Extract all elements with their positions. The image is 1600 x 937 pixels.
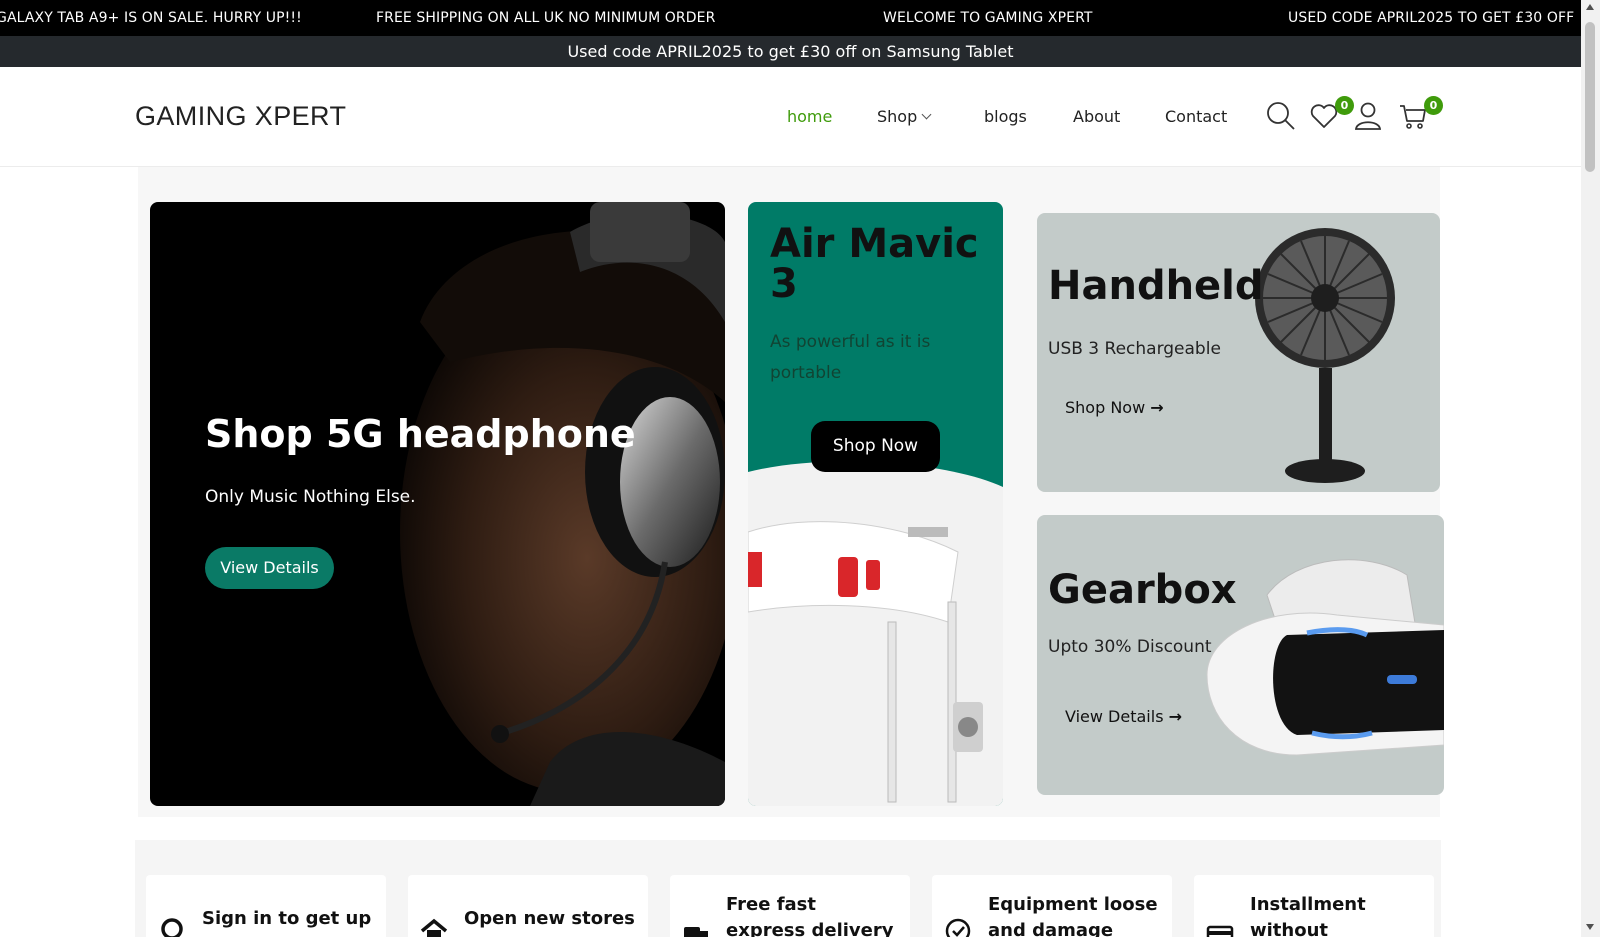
arrow-right-icon: → [1168,707,1183,726]
ticker-item: FREE SHIPPING ON ALL UK NO MINIMUM ORDER [376,10,716,26]
drone-shop-now-button[interactable]: Shop Now [811,421,940,472]
feature-text: Open new stores [464,908,635,929]
scrollbar-thumb[interactable] [1585,22,1595,172]
wishlist-count-badge: 0 [1335,96,1354,115]
nav-blogs[interactable]: blogs [984,107,1027,126]
truck-icon [682,915,710,937]
announcement-ticker: GALAXY TAB A9+ IS ON SALE. HURRY UP!!! F… [0,0,1581,36]
feature-text: Sign in to get up to [202,908,372,937]
promo-card-drone: Air Mavic 3 As powerful as it is portabl… [748,202,1003,806]
vr-view-details-label: View Details [1065,707,1164,726]
promo-bar: Used code APRIL2025 to get £30 off on Sa… [0,36,1581,67]
credit-card-icon [1206,915,1234,937]
nav-about[interactable]: About [1073,107,1120,126]
feature-card: Free fast express delivery with [670,875,910,937]
hero-view-details-button[interactable]: View Details [205,547,334,589]
chevron-down-icon [921,109,932,120]
hero-subtitle: Only Music Nothing Else. [205,487,416,507]
feature-text: Installment without [1250,894,1366,937]
ticker-item: USED CODE APRIL2025 TO GET £30 OFF [1288,10,1575,26]
feature-text: Equipment loose and damage [988,894,1158,937]
account-user-icon[interactable] [1353,101,1383,131]
site-header: GAMING XPERT home Shop blogs About Conta… [0,67,1581,167]
feature-text: Free fast express delivery with [726,894,894,937]
ticker-item: WELCOME TO GAMING XPERT [883,10,1093,26]
arrow-right-icon: → [1150,398,1164,417]
promo-card-vr: Gearbox Upto 30% Discount View Details → [1037,515,1444,795]
scroll-up-arrow-icon[interactable] [1586,4,1594,10]
site-logo[interactable]: GAMING XPERT [135,101,346,132]
nav-home[interactable]: home [787,107,832,126]
page-scrollbar[interactable] [1581,0,1600,937]
vr-card-title: Gearbox [1048,567,1237,613]
check-circle-icon [944,915,972,937]
vr-view-details-link[interactable]: View Details → [1065,707,1182,726]
home-icon [420,915,448,937]
vr-card-subtitle: Upto 30% Discount [1048,637,1212,657]
fan-card-subtitle: USB 3 Rechargeable [1048,339,1221,359]
drone-image [748,461,1003,806]
search-icon[interactable] [1266,101,1296,131]
scroll-down-arrow-icon[interactable] [1586,924,1594,930]
user-icon [158,915,186,937]
promo-card-fan: Handheld USB 3 Rechargeable Shop Now → [1037,213,1440,492]
fan-shop-now-link[interactable]: Shop Now → [1065,398,1164,417]
fan-card-title: Handheld [1048,263,1264,309]
hero-title: Shop 5G headphone [205,412,636,456]
feature-card: Installment without [1194,875,1434,937]
hero-banner-headphone: Shop 5G headphone Only Music Nothing Els… [150,202,725,806]
nav-contact[interactable]: Contact [1165,107,1227,126]
ticker-item: GALAXY TAB A9+ IS ON SALE. HURRY UP!!! [0,10,302,26]
feature-card: Equipment loose and damage [932,875,1172,937]
cart-count-badge: 0 [1424,96,1443,115]
nav-shop-label: Shop [877,107,918,126]
fan-shop-now-label: Shop Now [1065,398,1146,417]
feature-card: Sign in to get up to [146,875,386,937]
feature-card: Open new stores [408,875,648,937]
nav-shop[interactable]: Shop [877,107,932,126]
